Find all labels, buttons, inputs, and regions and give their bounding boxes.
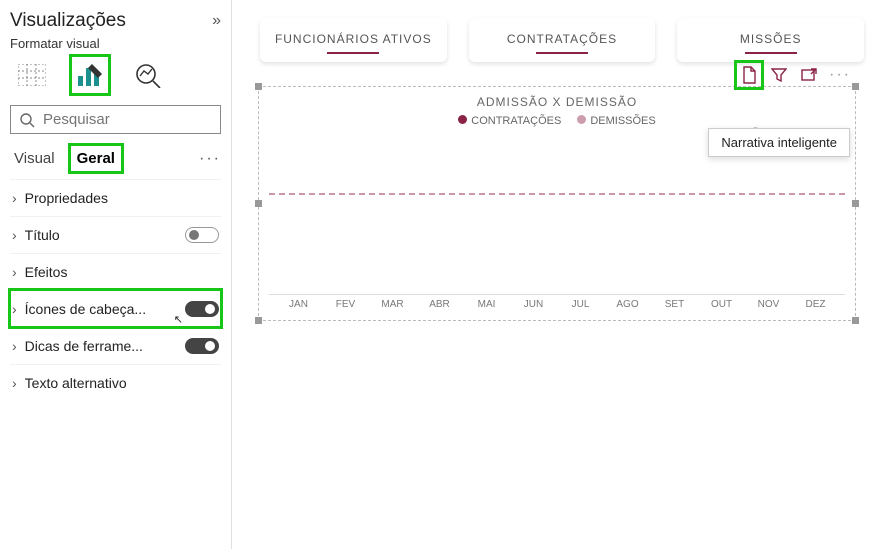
pane-title: Visualizações: [10, 10, 126, 32]
format-visual-icon[interactable]: [74, 59, 106, 91]
chart-title: ADMISSÃO X DEMISSÃO: [269, 95, 845, 109]
resize-handle[interactable]: [255, 200, 262, 207]
build-visual-icon[interactable]: [16, 59, 48, 91]
smart-narrative-icon[interactable]: [739, 65, 759, 85]
visual-more-icon[interactable]: ···: [829, 66, 851, 84]
card-contratacoes[interactable]: CONTRATAÇÕES: [469, 18, 656, 62]
toggle-dicas[interactable]: [185, 338, 219, 354]
x-tick-label: SET: [651, 299, 698, 310]
chart-plot-area: [269, 135, 845, 295]
filter-icon[interactable]: [769, 65, 789, 85]
resize-handle[interactable]: [255, 83, 262, 90]
x-tick-label: NOV: [745, 299, 792, 310]
x-tick-label: FEV: [322, 299, 369, 310]
chevron-right-icon: ›: [12, 338, 17, 354]
tabs-more-icon[interactable]: ···: [199, 150, 221, 168]
resize-handle[interactable]: [255, 317, 262, 324]
chevron-right-icon: ›: [12, 227, 17, 243]
resize-handle[interactable]: [852, 83, 859, 90]
x-tick-label: JAN: [275, 299, 322, 310]
section-efeitos[interactable]: › Efeitos: [10, 253, 221, 290]
focus-mode-icon[interactable]: [799, 65, 819, 85]
x-tick-label: OUT: [698, 299, 745, 310]
tab-geral[interactable]: Geral: [73, 148, 119, 169]
x-tick-label: MAI: [463, 299, 510, 310]
search-field[interactable]: [41, 110, 212, 129]
chevron-right-icon: ›: [12, 375, 17, 391]
pane-subtitle: Formatar visual: [10, 36, 221, 51]
cursor-icon: ↖: [174, 313, 183, 326]
section-propriedades[interactable]: › Propriedades: [10, 179, 221, 216]
toggle-titulo[interactable]: [185, 227, 219, 243]
chevron-right-icon: ›: [12, 264, 17, 280]
visualizations-pane: Visualizações » Formatar visual Visual G…: [0, 0, 232, 549]
x-tick-label: AGO: [604, 299, 651, 310]
search-input[interactable]: [10, 105, 221, 134]
analytics-icon[interactable]: [132, 59, 164, 91]
x-tick-label: JUL: [557, 299, 604, 310]
card-missoes[interactable]: MISSÕES: [677, 18, 864, 62]
chevron-right-icon: ›: [12, 190, 17, 206]
chevron-right-icon: ›: [12, 301, 17, 317]
x-tick-label: MAR: [369, 299, 416, 310]
card-funcionarios[interactable]: FUNCIONÁRIOS ATIVOS: [260, 18, 447, 62]
section-dicas[interactable]: › Dicas de ferrame...: [10, 327, 221, 364]
report-canvas: FUNCIONÁRIOS ATIVOS CONTRATAÇÕES MISSÕES…: [232, 0, 876, 549]
section-icones-cabecalho[interactable]: › Ícones de cabeça... ↖: [10, 290, 221, 327]
search-icon: [19, 112, 35, 128]
chart-visual[interactable]: ··· ↖ ADMISSÃO X DEMISSÃO CONTRATAÇÕES D…: [258, 86, 856, 321]
section-titulo[interactable]: › Título: [10, 216, 221, 253]
tooltip-narrativa: Narrativa inteligente: [708, 128, 850, 157]
x-tick-label: JUN: [510, 299, 557, 310]
resize-handle[interactable]: [852, 317, 859, 324]
resize-handle[interactable]: [852, 200, 859, 207]
x-tick-label: ABR: [416, 299, 463, 310]
section-texto-alt[interactable]: › Texto alternativo: [10, 364, 221, 401]
toggle-icones[interactable]: [185, 301, 219, 317]
tab-visual[interactable]: Visual: [10, 148, 59, 169]
x-tick-label: DEZ: [792, 299, 839, 310]
collapse-pane-icon[interactable]: »: [212, 12, 221, 30]
